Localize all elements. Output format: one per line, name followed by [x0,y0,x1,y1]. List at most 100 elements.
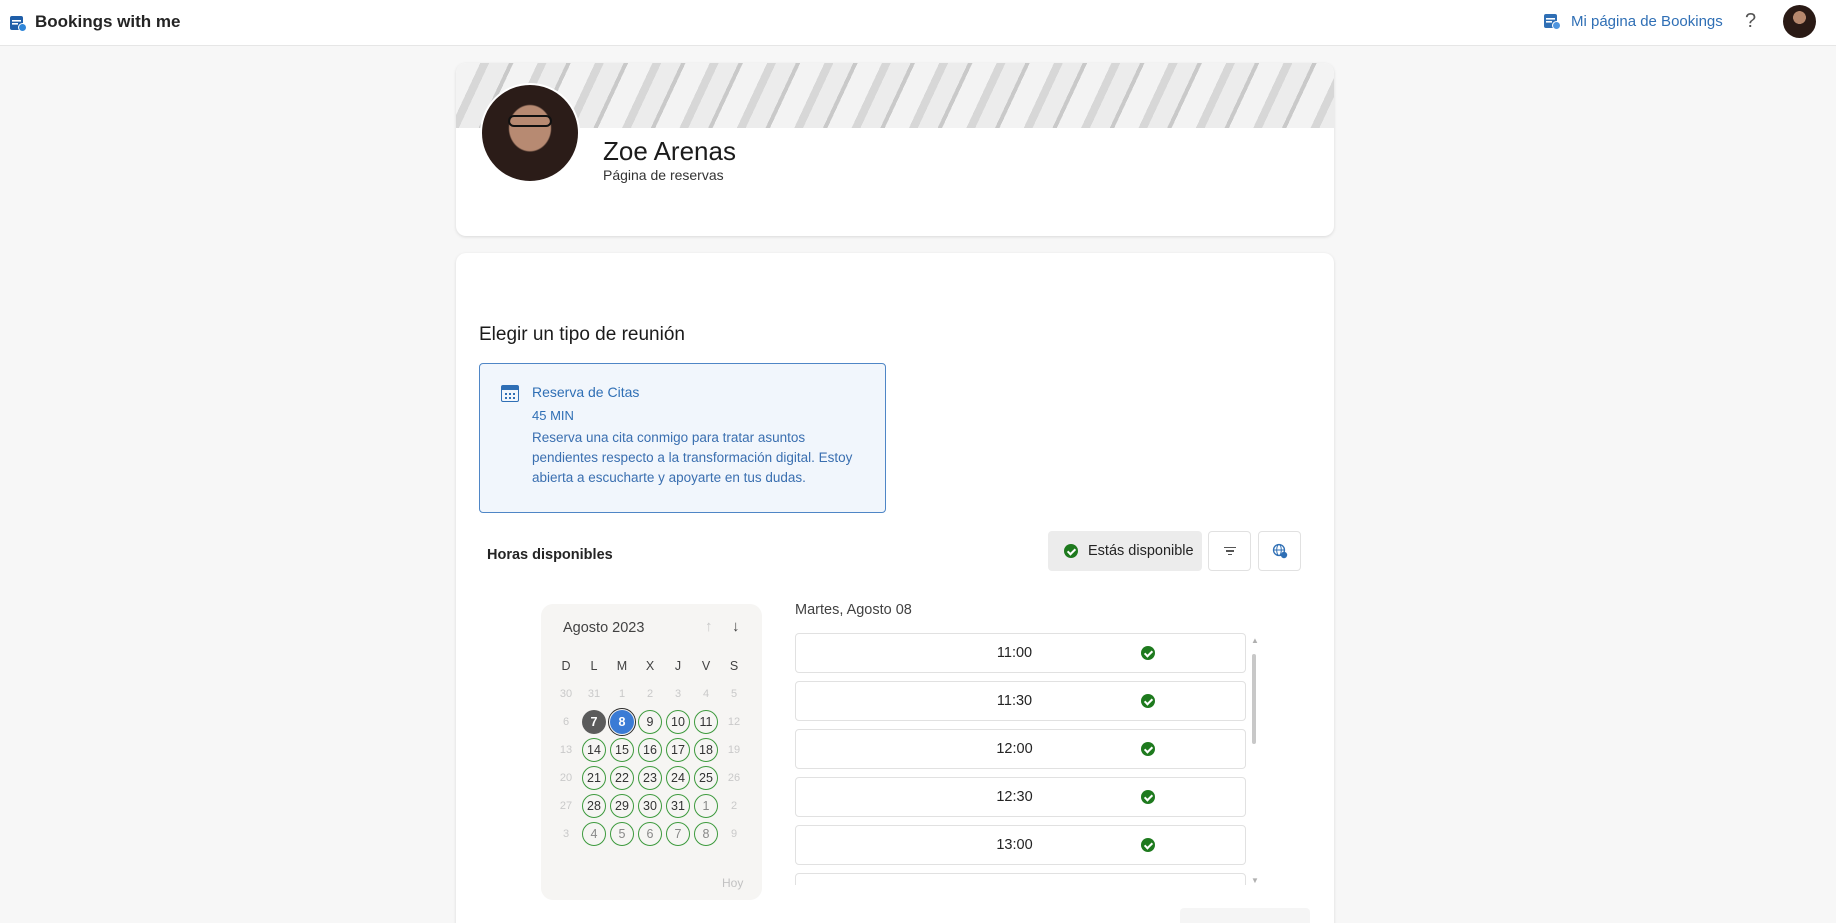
calendar-day-available[interactable]: 22 [610,766,634,790]
calendar-day-cell: 8 [692,820,720,848]
calendar-day-cell: 27 [552,792,580,820]
calendar-day-available[interactable]: 15 [610,738,634,762]
calendar-day-selected[interactable]: 8 [608,708,636,736]
calendar-day-cell: 4 [580,820,608,848]
calendar-day-available[interactable]: 6 [638,822,662,846]
availability-status-button[interactable]: Estás disponible [1048,531,1202,571]
calendar-day-cell: 6 [552,708,580,736]
today-button[interactable]: Hoy [722,876,743,890]
calendar-day-cell: 17 [664,736,692,764]
calendar-day-cell: 2 [636,680,664,708]
next-month-arrow-icon[interactable]: ↓ [732,618,740,635]
calendar-day-unavailable: 6 [562,716,570,728]
weekday-header: D [552,652,580,680]
service-duration: 45 MIN [532,408,574,423]
calendar-day-cell: 31 [664,792,692,820]
weekday-header: V [692,652,720,680]
calendar-day-available[interactable]: 31 [666,794,690,818]
app-title: Bookings with me [35,12,181,31]
calendar-day-unavailable: 31 [587,688,601,700]
time-slot[interactable]: 11:00 [795,633,1246,673]
time-slot[interactable]: 13:00 [795,825,1246,865]
calendar-day-cell: 29 [608,792,636,820]
calendar-day-unavailable: 2 [730,800,738,812]
time-slot-list: 11:00 11:30 12:00 12:30 13:00 13:30 [795,633,1249,885]
scrollbar-thumb[interactable] [1252,654,1256,744]
calendar-day-available[interactable]: 16 [638,738,662,762]
calendar-day-available[interactable]: 28 [582,794,606,818]
previous-month-arrow-icon[interactable]: ↑ [705,618,713,635]
calendar-day-available[interactable]: 30 [638,794,662,818]
next-button-partial[interactable] [1180,908,1310,923]
calendar-day-available[interactable]: 8 [694,822,718,846]
time-slot[interactable]: 11:30 [795,681,1246,721]
calendar-day-available[interactable]: 24 [666,766,690,790]
calendar-day-available[interactable]: 25 [694,766,718,790]
profile-name: Zoe Arenas [603,136,736,166]
check-circle-icon [1141,790,1155,804]
filter-button[interactable] [1208,531,1251,571]
my-bookings-page-label: Mi página de Bookings [1571,12,1723,30]
calendar-day-available[interactable]: 21 [582,766,606,790]
calendar-day-cell: 28 [580,792,608,820]
service-option-reserva-de-citas[interactable]: Reserva de Citas 45 MIN Reserva una cita… [479,363,886,513]
bookings-logo-icon [10,16,27,32]
scroll-up-arrow-icon[interactable]: ▲ [1251,636,1259,645]
calendar-day-available[interactable]: 17 [666,738,690,762]
booking-card: Elegir un tipo de reunión Reserva de Cit… [456,253,1334,923]
time-slot[interactable]: 12:30 [795,777,1246,817]
calendar-day-cell: 5 [608,820,636,848]
calendar-day-unavailable: 27 [559,800,573,812]
top-bar: Bookings with me Mi página de Bookings ? [0,0,1836,46]
weekday-label: J [674,659,682,673]
calendar-day-available[interactable]: 1 [694,794,718,818]
my-bookings-page-link[interactable]: Mi página de Bookings [1543,12,1723,30]
calendar-day-cell: 13 [552,736,580,764]
globe-icon [1272,543,1287,559]
calendar-icon [501,385,519,402]
calendar-day-cell: 22 [608,764,636,792]
bookings-page-icon [1544,14,1561,30]
calendar-day-cell: 31 [580,680,608,708]
calendar-day-available[interactable]: 11 [694,710,718,734]
calendar-day-cell: 15 [608,736,636,764]
help-icon[interactable]: ? [1745,10,1756,33]
calendar-day-today[interactable]: 7 [582,710,606,734]
calendar-day-cell: 12 [720,708,748,736]
calendar-day-cell: 19 [720,736,748,764]
weekday-header: M [608,652,636,680]
calendar-day-cell: 23 [636,764,664,792]
check-circle-icon [1141,742,1155,756]
time-slot[interactable]: 13:30 [795,873,1246,885]
scroll-down-arrow-icon[interactable]: ▼ [1251,876,1259,885]
time-slot[interactable]: 12:00 [795,729,1246,769]
profile-card: Zoe Arenas Página de reservas [456,63,1334,236]
timezone-button[interactable] [1258,531,1301,571]
filter-icon [1223,545,1236,558]
calendar-day-available[interactable]: 4 [582,822,606,846]
calendar-day-cell: 24 [664,764,692,792]
calendar-day-available[interactable]: 23 [638,766,662,790]
check-circle-icon [1141,838,1155,852]
calendar-day-available[interactable]: 18 [694,738,718,762]
calendar-day-available[interactable]: 5 [610,822,634,846]
weekday-header: X [636,652,664,680]
time-slot-scrollbar[interactable]: ▲ ▼ [1251,636,1259,886]
time-slot-label: 11:30 [996,693,1033,709]
calendar-day-available[interactable]: 14 [582,738,606,762]
calendar-day-unavailable: 20 [559,772,573,784]
check-circle-icon [1141,694,1155,708]
calendar-day-cell: 20 [552,764,580,792]
weekday-label: X [645,659,655,673]
availability-status-label: Estás disponible [1088,543,1194,559]
time-slot-label: 12:00 [996,741,1033,757]
weekday-header: J [664,652,692,680]
calendar-day-available[interactable]: 9 [638,710,662,734]
calendar-day-available[interactable]: 10 [666,710,690,734]
calendar-day-unavailable: 19 [727,744,741,756]
calendar-day-available[interactable]: 7 [666,822,690,846]
calendar-day-available[interactable]: 29 [610,794,634,818]
user-avatar[interactable] [1783,5,1816,38]
calendar-day-cell: 4 [692,680,720,708]
date-picker: Agosto 2023 ↑ ↓ D L M X J V S 30 31 1 2 3 4 5 6 7 8 9 10 11… [541,604,762,900]
